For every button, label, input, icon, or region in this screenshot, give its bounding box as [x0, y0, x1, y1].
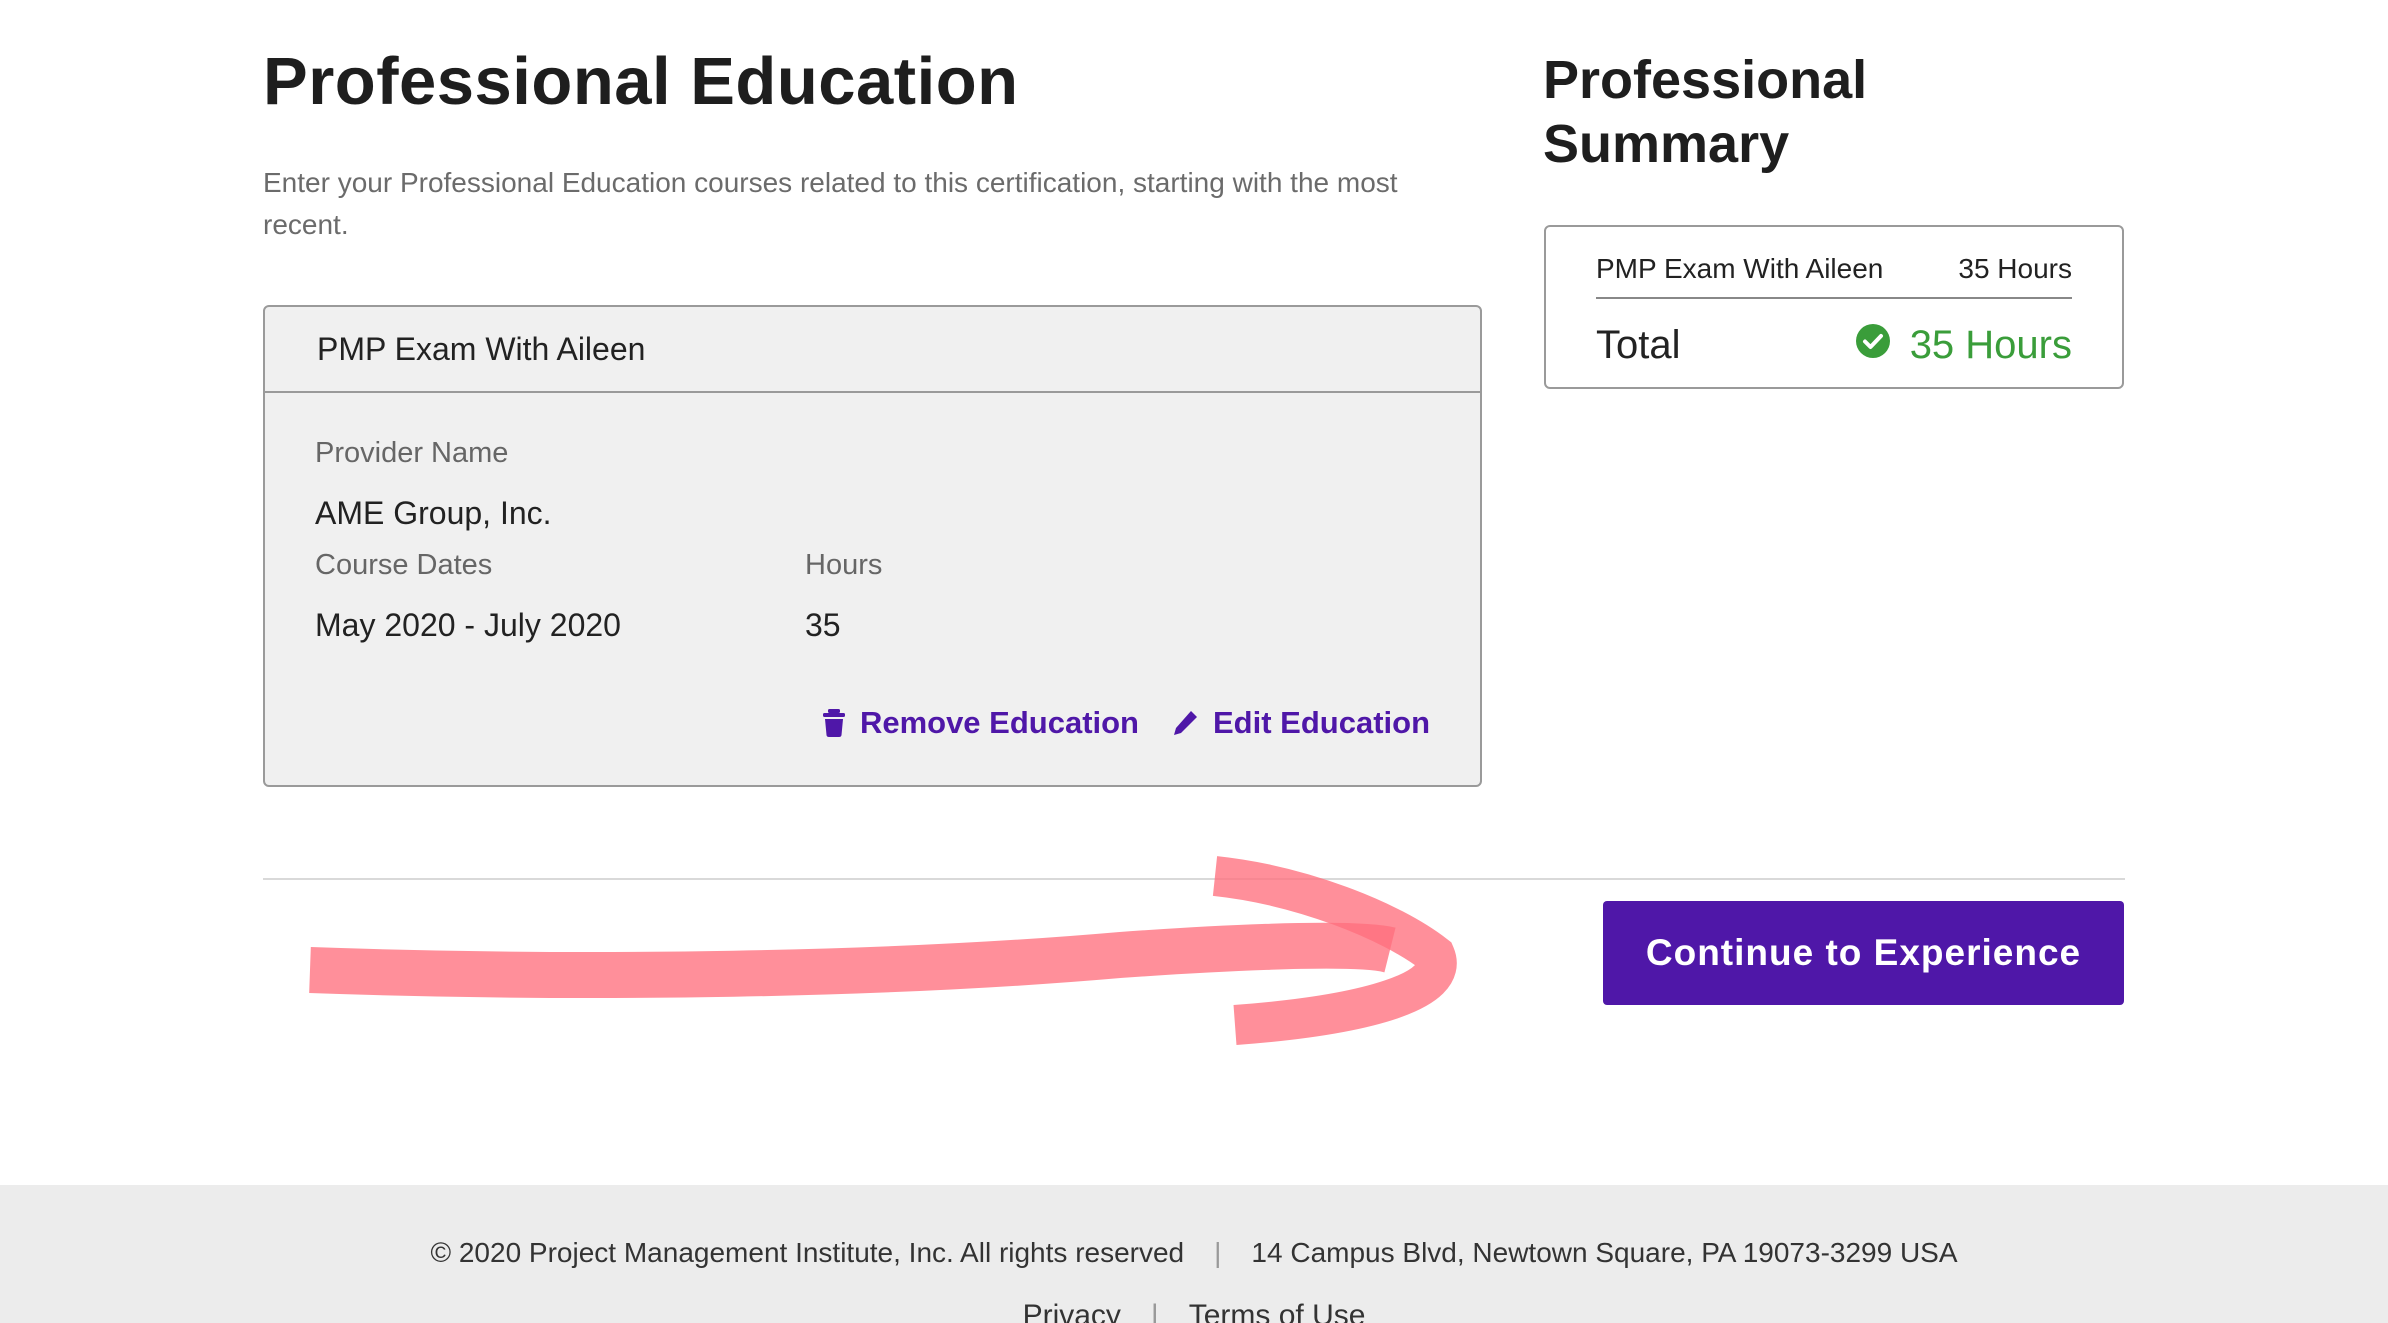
footer-links: Privacy | Terms of Use: [0, 1299, 2388, 1323]
edit-education-button[interactable]: Edit Education: [1171, 705, 1430, 741]
summary-row: PMP Exam With Aileen 35 Hours: [1596, 247, 2072, 299]
page-title: Professional Education: [263, 44, 1019, 119]
footer-copyright: © 2020 Project Management Institute, Inc…: [430, 1237, 1185, 1268]
course-dates-value: May 2020 - July 2020: [315, 607, 621, 643]
summary-title: Professional Summary: [1543, 50, 1868, 174]
footer-address: 14 Campus Blvd, Newtown Square, PA 19073…: [1251, 1237, 1958, 1268]
summary-row-name: PMP Exam With Aileen: [1596, 253, 1884, 284]
check-circle-icon: [1855, 323, 1890, 368]
hours-label: Hours: [805, 549, 883, 581]
total-value-group: 35 Hours: [1855, 322, 2072, 368]
remove-education-label: Remove Education: [859, 705, 1139, 740]
hours-value: 35: [805, 607, 841, 643]
footer-info: © 2020 Project Management Institute, Inc…: [0, 1237, 2388, 1269]
total-label: Total: [1596, 322, 1681, 367]
summary-total: Total 35 Hours: [1596, 315, 2072, 375]
footer: © 2020 Project Management Institute, Inc…: [0, 1185, 2388, 1323]
provider-value: AME Group, Inc.: [315, 495, 552, 531]
terms-of-use-link[interactable]: Terms of Use: [1189, 1299, 1366, 1323]
intro-text: Enter your Professional Education course…: [263, 167, 1398, 240]
summary-card: PMP Exam With Aileen 35 Hours Total 35 H…: [1544, 225, 2124, 389]
card-actions: Remove Education Edit Education: [822, 705, 1430, 741]
edit-education-label: Edit Education: [1213, 705, 1430, 740]
trash-icon: [822, 709, 846, 737]
education-card: PMP Exam With Aileen Provider Name AME G…: [263, 305, 1482, 787]
privacy-link[interactable]: Privacy: [1023, 1299, 1121, 1323]
remove-education-button[interactable]: Remove Education: [822, 705, 1139, 741]
footer-separator: |: [1214, 1237, 1222, 1268]
pencil-icon: [1171, 709, 1199, 737]
summary-row-hours: 35 Hours: [1958, 253, 2072, 284]
footer-links-separator: |: [1150, 1299, 1159, 1323]
course-dates-label: Course Dates: [315, 549, 493, 581]
total-value: 35 Hours: [1909, 322, 2072, 367]
arrow-annotation: [309, 856, 1457, 1045]
course-name: PMP Exam With Aileen: [265, 307, 1480, 393]
continue-to-experience-button[interactable]: Continue to Experience: [1603, 901, 2124, 1005]
page: Professional Education Enter your Profes…: [0, 0, 2388, 1323]
provider-label: Provider Name: [315, 437, 509, 469]
